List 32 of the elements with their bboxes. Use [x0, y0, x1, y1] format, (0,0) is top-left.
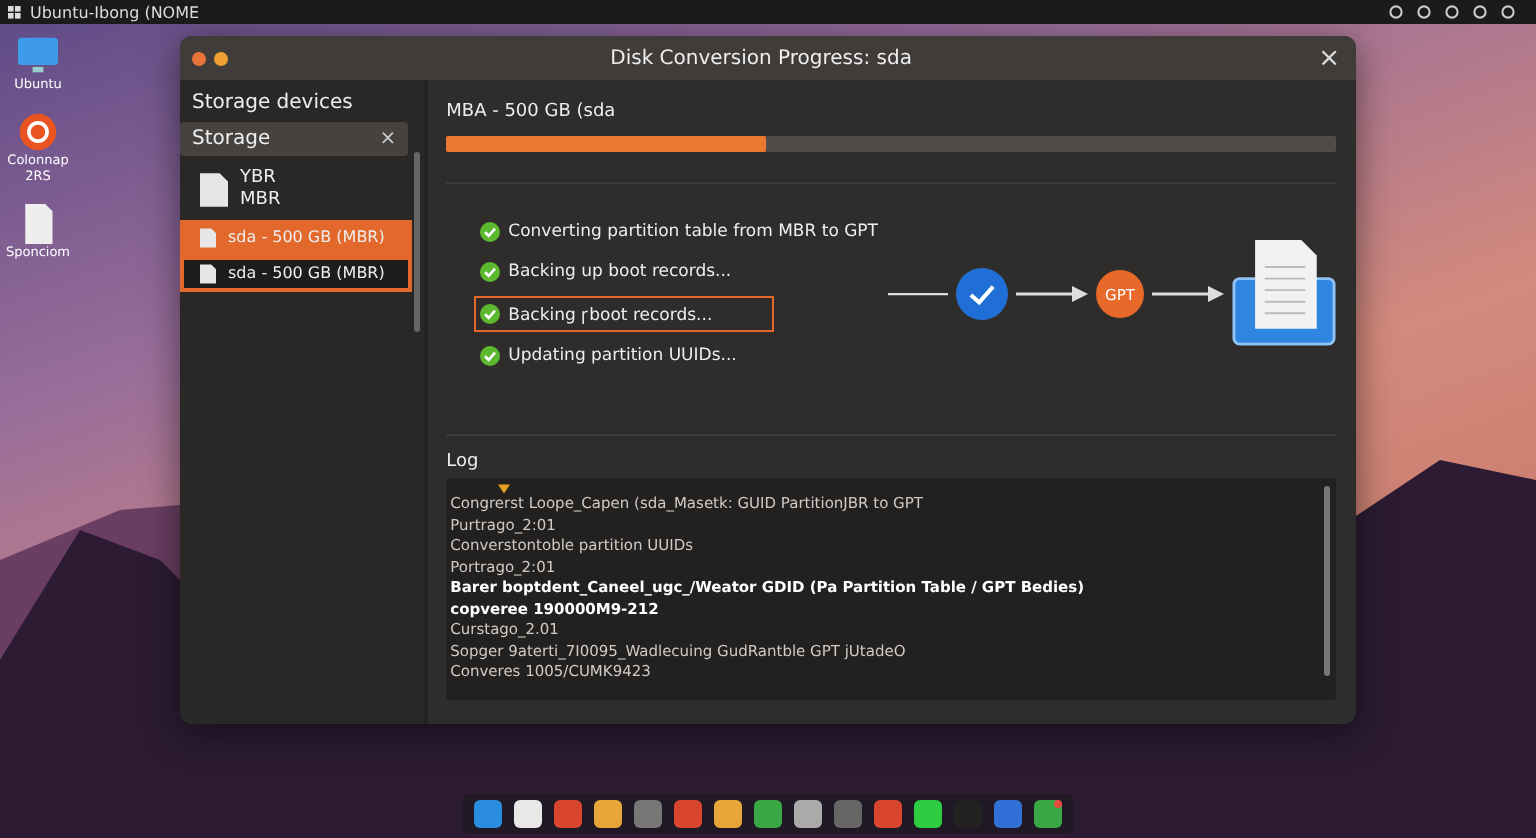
disk-label: MBA - 500 GB (sda: [446, 102, 618, 122]
log-heading: Log: [446, 452, 481, 472]
minimize-dot-icon[interactable]: [214, 51, 228, 65]
app-icon[interactable]: [754, 800, 782, 828]
document-icon: [200, 227, 216, 248]
step-item: Backing ꞅboot records...: [474, 296, 775, 332]
check-circle-icon: [956, 268, 1008, 320]
top-bar-title: Ubuntu-Ibong (NOME: [30, 3, 200, 21]
connector-line: [888, 290, 948, 298]
arrow-icon: [1152, 284, 1224, 304]
device-item[interactable]: YBR MBR: [180, 160, 413, 220]
step-item: Updating partition UUIDs...: [474, 340, 743, 372]
close-button[interactable]: ×: [1314, 45, 1344, 71]
app-icon[interactable]: [914, 800, 942, 828]
arrow-icon: [1016, 284, 1088, 304]
step-item: Converting partition table from MBR to GPT: [474, 216, 884, 248]
sidebar-heading: Storage devices: [190, 90, 355, 118]
app-icon[interactable]: [594, 800, 622, 828]
document-icon: [200, 171, 228, 208]
close-dot-icon[interactable]: [192, 51, 206, 65]
app-icon[interactable]: [794, 800, 822, 828]
app-icon[interactable]: [714, 800, 742, 828]
document-icon: [200, 263, 216, 284]
device-item[interactable]: sda - 500 GB (MBR): [180, 255, 413, 292]
caret-icon: [498, 484, 511, 494]
grid-icon[interactable]: [8, 5, 22, 19]
close-button[interactable]: ×: [379, 128, 397, 150]
section-title: Storage: [192, 128, 271, 150]
window-title: Disk Conversion Progress: sda: [610, 47, 914, 69]
document-tray-icon: [1232, 240, 1336, 348]
step-item: Backing up boot records...: [474, 256, 738, 288]
app-icon[interactable]: [514, 800, 542, 828]
